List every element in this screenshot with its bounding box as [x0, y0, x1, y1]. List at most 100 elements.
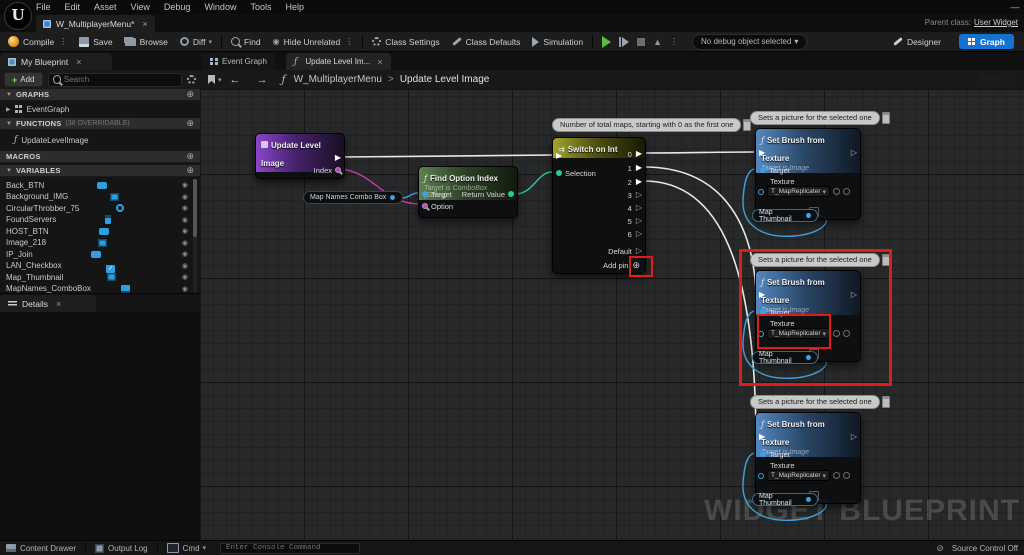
- exec-in-pin[interactable]: ▶: [759, 431, 765, 443]
- variable-row[interactable]: FoundServers ◉: [0, 214, 194, 226]
- update-level-image-tab[interactable]: ƒ Update Level Im... ×: [286, 53, 391, 70]
- console-input-box[interactable]: [220, 543, 360, 554]
- node-set-brush-from-texture-3[interactable]: ƒSet Brush from Texture Target is Image …: [755, 412, 861, 504]
- close-icon[interactable]: ×: [377, 57, 382, 67]
- texture-dropdown[interactable]: T_MapReplicater ▾: [767, 470, 830, 481]
- compile-button[interactable]: Compile: [8, 36, 54, 47]
- event-graph-row[interactable]: ▶ EventGraph: [0, 103, 194, 115]
- node-update-level-image[interactable]: Update Level Image ▶ Index: [255, 133, 345, 179]
- use-selected-asset-icon[interactable]: [833, 472, 840, 479]
- variable-row[interactable]: IP_Join ◉: [0, 248, 194, 260]
- target-in-pin[interactable]: Target: [760, 164, 790, 176]
- search-box[interactable]: [48, 73, 183, 87]
- breadcrumb-root[interactable]: W_MultiplayerMenu: [294, 74, 382, 85]
- section-macros[interactable]: MACROS ⊕: [0, 151, 200, 163]
- texture-dropdown[interactable]: T_MapReplicater ▾: [767, 186, 830, 197]
- event-graph-tab[interactable]: Event Graph: [202, 53, 275, 70]
- node-map-thumbnail-1[interactable]: Map Thumbnail: [752, 209, 818, 222]
- hide-unrelated-options-icon[interactable]: ⋮: [345, 37, 353, 46]
- eye-icon[interactable]: ◉: [182, 204, 188, 212]
- node-set-brush-from-texture-1[interactable]: ƒSet Brush from Texture Target is Image …: [755, 128, 861, 220]
- compile-options-icon[interactable]: ⋮: [59, 37, 67, 46]
- return-value-pin[interactable]: Return Value: [462, 188, 514, 200]
- node-map-names-combo-box[interactable]: Map Names Combo Box: [303, 191, 403, 204]
- class-settings-button[interactable]: Class Settings: [372, 37, 439, 47]
- eye-icon[interactable]: ◉: [182, 250, 188, 258]
- exec-out-pin[interactable]: ▷: [851, 431, 857, 443]
- menu-view[interactable]: View: [131, 2, 150, 12]
- source-control-button[interactable]: ⊘ Source Control Off: [936, 543, 1018, 554]
- comment-set-brush[interactable]: Sets a picture for the selected one: [750, 111, 890, 125]
- switch-out-0[interactable]: 0▶: [628, 148, 642, 160]
- diff-button[interactable]: Diff ▾: [180, 37, 212, 47]
- switch-out-5[interactable]: 5▷: [628, 215, 642, 227]
- class-defaults-button[interactable]: Class Defaults: [452, 37, 521, 47]
- browse-asset-icon[interactable]: [843, 472, 850, 479]
- object-out-pin[interactable]: [806, 497, 811, 502]
- collapse-arrow-icon[interactable]: ▼: [6, 92, 12, 98]
- designer-button[interactable]: Designer: [893, 37, 941, 47]
- eye-icon[interactable]: ◉: [182, 216, 188, 224]
- switch-out-3[interactable]: 3▷: [628, 189, 642, 201]
- add-graph-icon[interactable]: ⊕: [186, 89, 194, 100]
- minimize-button[interactable]: —: [1006, 2, 1024, 12]
- node-switch-on-int[interactable]: ⇉Switch on Int ▶ Selection 0▶ 1▶ 2▶ 3▷ 4…: [552, 137, 646, 274]
- eye-icon[interactable]: ◉: [182, 239, 188, 247]
- variable-row[interactable]: Back_BTN ◉: [0, 179, 194, 191]
- add-variable-icon[interactable]: ⊕: [186, 165, 194, 176]
- comment-pin-icon[interactable]: [882, 112, 890, 124]
- menu-help[interactable]: Help: [285, 2, 304, 12]
- node-map-thumbnail-3[interactable]: Map Thumbnail: [752, 493, 818, 506]
- menu-window[interactable]: Window: [204, 2, 236, 12]
- texture-in-pin[interactable]: T_MapReplicater ▾: [758, 469, 850, 482]
- object-out-pin[interactable]: [390, 195, 395, 200]
- exec-in-pin[interactable]: ▶: [759, 147, 765, 159]
- option-in-pin[interactable]: Option: [422, 200, 453, 212]
- find-button[interactable]: Find: [231, 37, 261, 47]
- back-arrow-icon[interactable]: ←: [230, 74, 241, 86]
- play-button[interactable]: [602, 36, 611, 48]
- expand-arrow-icon[interactable]: ▶: [6, 106, 11, 113]
- variable-row[interactable]: Background_IMG ◉: [0, 191, 194, 203]
- bookmark-icon[interactable]: [208, 75, 215, 84]
- menu-edit[interactable]: Edit: [65, 2, 81, 12]
- hide-unrelated-button[interactable]: ◉ Hide Unrelated: [273, 37, 341, 47]
- menu-file[interactable]: File: [36, 2, 51, 12]
- browse-button[interactable]: Browse: [125, 37, 168, 47]
- parent-class-value[interactable]: User Widget: [974, 18, 1018, 27]
- index-out-pin[interactable]: Index: [314, 164, 341, 176]
- target-in-pin[interactable]: Target: [422, 188, 452, 200]
- chevron-down-icon[interactable]: ▾: [218, 76, 222, 84]
- eye-icon[interactable]: ◉: [182, 181, 188, 189]
- switch-out-6[interactable]: 6▷: [628, 228, 642, 240]
- menu-tools[interactable]: Tools: [250, 2, 271, 12]
- variable-row[interactable]: HOST_BTN ◉: [0, 225, 194, 237]
- variable-row[interactable]: LAN_Checkbox ✓ ◉: [0, 260, 194, 272]
- eye-icon[interactable]: ◉: [182, 285, 188, 293]
- comment-pin-icon[interactable]: [882, 396, 890, 408]
- stop-button[interactable]: [637, 38, 645, 46]
- details-tab[interactable]: Details ×: [0, 295, 96, 312]
- target-in-pin[interactable]: Target: [760, 448, 790, 460]
- switch-out-1[interactable]: 1▶: [628, 162, 642, 174]
- variable-row[interactable]: Map_Thumbnail ◉: [0, 271, 194, 283]
- save-button[interactable]: Save: [79, 37, 112, 47]
- section-graphs[interactable]: ▼ GRAPHS ⊕: [0, 89, 200, 101]
- console-input[interactable]: [226, 544, 354, 552]
- section-functions[interactable]: ▼ FUNCTIONS (38 OVERRIDABLE) ⊕: [0, 118, 200, 130]
- variable-row[interactable]: CircularThrobber_75 ◉: [0, 202, 194, 214]
- switch-out-4[interactable]: 4▷: [628, 202, 642, 214]
- exec-out-pin[interactable]: ▷: [851, 147, 857, 159]
- object-out-pin[interactable]: [806, 213, 811, 218]
- debug-object-dropdown[interactable]: No debug object selected ▾: [692, 34, 807, 50]
- node-find-option-index[interactable]: ƒFind Option Index Target is ComboBox (S…: [418, 166, 518, 218]
- use-selected-asset-icon[interactable]: [833, 188, 840, 195]
- collapse-arrow-icon[interactable]: ▼: [6, 121, 12, 127]
- eye-icon[interactable]: ◉: [182, 262, 188, 270]
- forward-arrow-icon[interactable]: →: [257, 74, 268, 86]
- asset-tab[interactable]: W_MultiplayerMenu* ×: [36, 15, 155, 32]
- graph-button[interactable]: Graph: [959, 34, 1014, 49]
- close-icon[interactable]: ×: [76, 57, 81, 67]
- browse-asset-icon[interactable]: [843, 188, 850, 195]
- eject-button[interactable]: ▲: [653, 37, 662, 47]
